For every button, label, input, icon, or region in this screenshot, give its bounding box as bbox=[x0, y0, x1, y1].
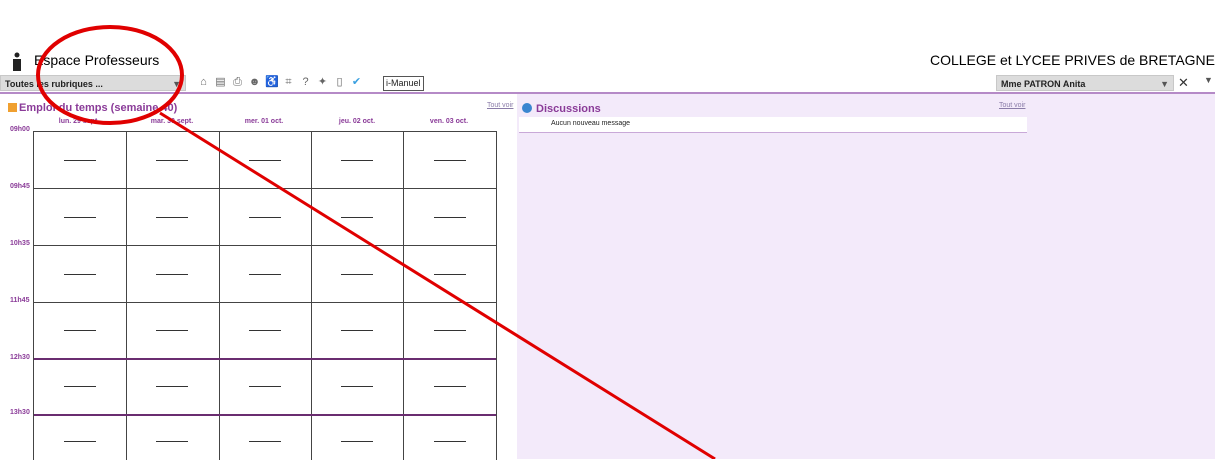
day-header: mar. 30 sept. bbox=[150, 118, 194, 125]
empty-slot[interactable] bbox=[64, 330, 96, 331]
empty-slot[interactable] bbox=[249, 330, 281, 331]
empty-slot[interactable] bbox=[434, 386, 466, 387]
menu-chevron-down-icon[interactable]: ▼ bbox=[1204, 75, 1213, 85]
empty-slot[interactable] bbox=[249, 274, 281, 275]
empty-slot[interactable] bbox=[434, 217, 466, 218]
empty-slot[interactable] bbox=[156, 330, 188, 331]
empty-slot[interactable] bbox=[434, 160, 466, 161]
empty-slot[interactable] bbox=[249, 441, 281, 442]
empty-slot[interactable] bbox=[64, 160, 96, 161]
home-icon[interactable]: ⌂ bbox=[197, 76, 210, 89]
discussions-see-all-link[interactable]: Tout voir bbox=[999, 102, 1025, 109]
chevron-down-icon: ▼ bbox=[1160, 79, 1169, 89]
day-header: jeu. 02 oct. bbox=[338, 118, 376, 125]
mobile-icon[interactable]: ▯ bbox=[333, 76, 346, 89]
empty-slot[interactable] bbox=[341, 386, 373, 387]
toolbar: Toutes les rubriques ... ▼ ⌂ ▤ ⎙ ☻ ♿ ⌗ ?… bbox=[0, 75, 1215, 92]
grid-line bbox=[34, 245, 496, 246]
help-icon[interactable]: ? bbox=[299, 76, 312, 89]
grid-line bbox=[403, 132, 404, 460]
empty-slot[interactable] bbox=[64, 274, 96, 275]
discussions-empty-message: Aucun nouveau message bbox=[551, 120, 630, 127]
page-title: Espace Professeurs bbox=[34, 52, 160, 68]
people-icon[interactable]: ☻ bbox=[248, 76, 261, 89]
empty-slot[interactable] bbox=[341, 274, 373, 275]
schedule-title[interactable]: Emploi du temps (semaine 40) bbox=[8, 102, 177, 114]
day-header: mer. 01 oct. bbox=[244, 118, 284, 125]
empty-slot[interactable] bbox=[64, 217, 96, 218]
empty-slot[interactable] bbox=[341, 441, 373, 442]
lunch-line bbox=[34, 358, 496, 360]
empty-slot[interactable] bbox=[434, 274, 466, 275]
user-select[interactable]: Mme PATRON Anita ▼ bbox=[996, 75, 1174, 91]
empty-slot[interactable] bbox=[249, 386, 281, 387]
schedule-see-all-link[interactable]: Tout voir bbox=[487, 102, 513, 109]
day-header: ven. 03 oct. bbox=[429, 118, 469, 125]
user-label: Mme PATRON Anita bbox=[1001, 79, 1086, 89]
empty-slot[interactable] bbox=[434, 441, 466, 442]
empty-slot[interactable] bbox=[249, 160, 281, 161]
tips-icon[interactable]: ✦ bbox=[316, 76, 329, 89]
lunch-line bbox=[34, 414, 496, 416]
chevron-down-icon: ▼ bbox=[172, 79, 181, 89]
empty-slot[interactable] bbox=[156, 386, 188, 387]
empty-slot[interactable] bbox=[341, 217, 373, 218]
print-icon[interactable]: ⎙ bbox=[231, 76, 244, 89]
empty-slot[interactable] bbox=[64, 386, 96, 387]
empty-slot[interactable] bbox=[156, 217, 188, 218]
right-panel-background bbox=[517, 94, 1215, 459]
logo-icon bbox=[8, 52, 26, 72]
discussions-icon bbox=[522, 103, 532, 113]
empty-slot[interactable] bbox=[341, 160, 373, 161]
school-name: COLLEGE et LYCEE PRIVES de BRETAGNE bbox=[929, 52, 1215, 68]
empty-slot[interactable] bbox=[249, 217, 281, 218]
butterfly-icon[interactable]: ✕ bbox=[1178, 75, 1189, 91]
rubriques-select[interactable]: Toutes les rubriques ... ▼ bbox=[0, 75, 186, 91]
empty-slot[interactable] bbox=[341, 330, 373, 331]
rubriques-label: Toutes les rubriques ... bbox=[5, 79, 103, 89]
grid-line bbox=[311, 132, 312, 460]
discussions-title[interactable]: Discussions bbox=[536, 103, 601, 115]
empty-slot[interactable] bbox=[434, 330, 466, 331]
schedule-icon bbox=[8, 103, 17, 112]
grid-icon[interactable]: ⌗ bbox=[282, 76, 295, 89]
imanuel-button[interactable]: i-Manuel bbox=[383, 76, 424, 91]
calendar-icon[interactable]: ▤ bbox=[214, 76, 227, 89]
schedule-grid[interactable] bbox=[33, 131, 497, 460]
empty-slot[interactable] bbox=[156, 441, 188, 442]
accessibility-icon[interactable]: ♿ bbox=[265, 76, 279, 89]
grid-line bbox=[219, 132, 220, 460]
empty-slot[interactable] bbox=[156, 160, 188, 161]
empty-slot[interactable] bbox=[156, 274, 188, 275]
grid-line bbox=[34, 302, 496, 303]
grid-line bbox=[126, 132, 127, 460]
twitter-icon[interactable]: ✔ bbox=[350, 76, 363, 89]
day-header: lun. 29 sept. bbox=[58, 118, 100, 125]
grid-line bbox=[34, 188, 496, 189]
empty-slot[interactable] bbox=[64, 441, 96, 442]
